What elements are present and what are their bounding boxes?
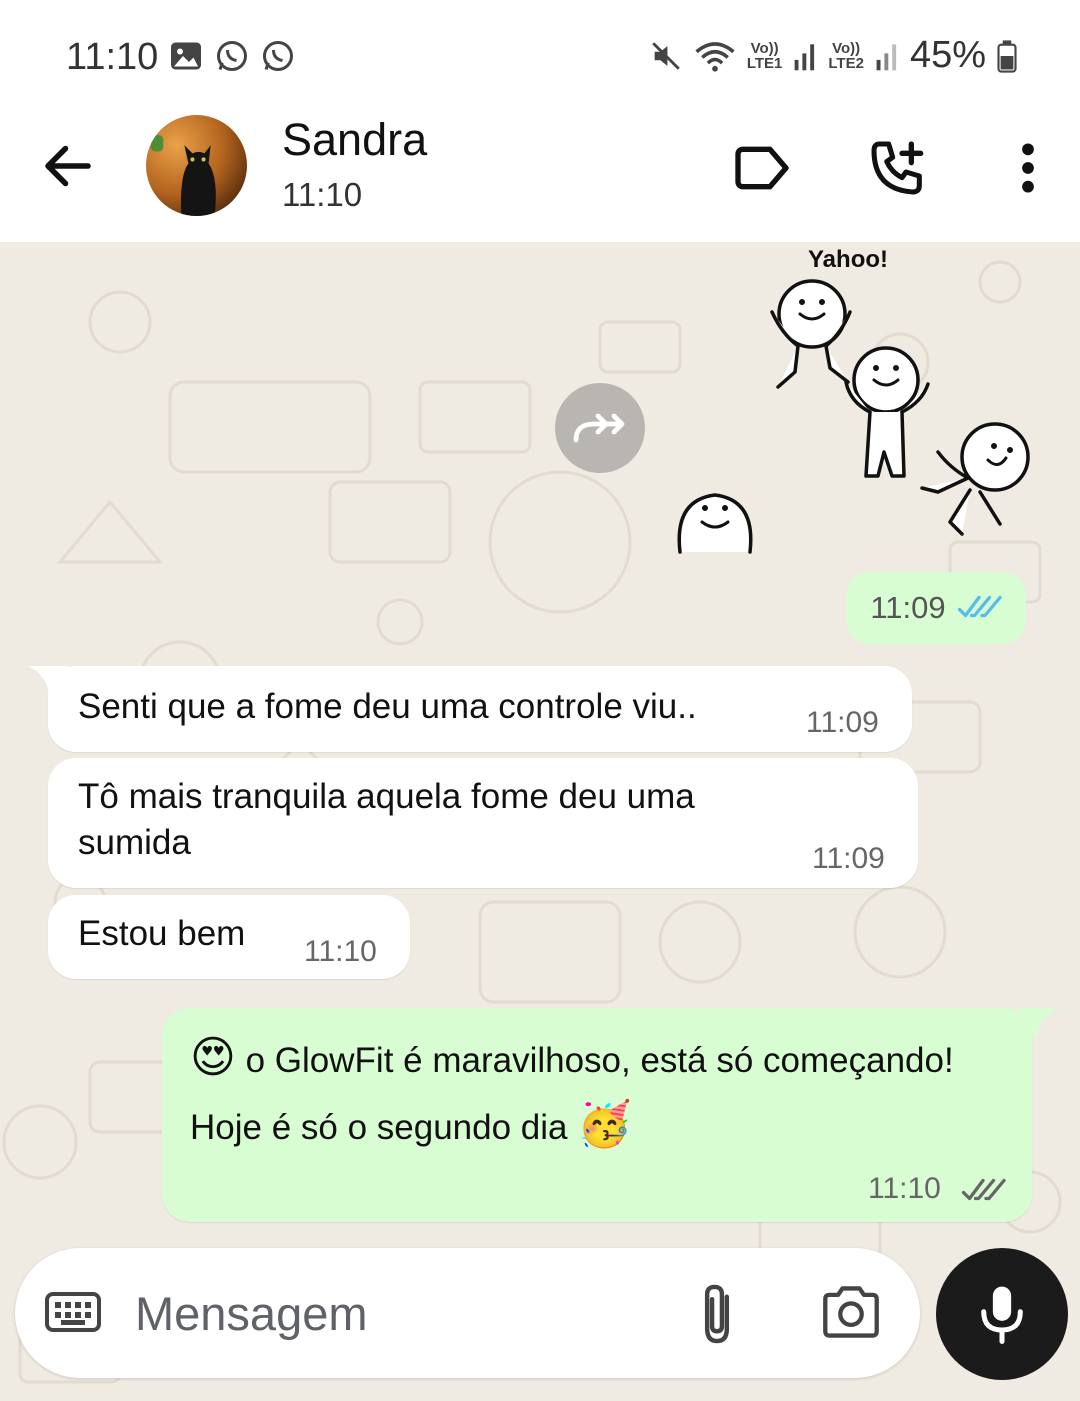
message-text: Senti que a fome deu uma controle viu.. (78, 687, 697, 726)
message-bubble-incoming[interactable]: Senti que a fome deu uma controle viu.. … (48, 666, 912, 752)
message-text: Estou bem (78, 914, 246, 953)
sticker-timestamp: 11:09 (846, 572, 1026, 644)
gallery-icon (171, 42, 201, 70)
chat-header: Sandra 11:10 (0, 112, 1080, 242)
whatsapp-icon (217, 41, 247, 71)
status-time: 11:10 (66, 36, 159, 78)
battery-level: 45% (909, 34, 986, 76)
double-check-icon (961, 1178, 1006, 1201)
party-face-emoji: 🥳 (577, 1099, 633, 1150)
mute-icon (652, 41, 680, 70)
mic-icon (981, 1286, 1023, 1344)
whatsapp-icon (263, 41, 293, 71)
wifi-icon (695, 41, 735, 72)
back-arrow-icon[interactable] (38, 136, 98, 196)
keyboard-icon[interactable] (45, 1288, 101, 1336)
attach-icon[interactable] (695, 1282, 739, 1346)
message-time: 11:10 (868, 1172, 941, 1205)
message-bubble-incoming[interactable]: Estou bem 11:10 (48, 895, 410, 979)
message-time: 11:09 (812, 842, 885, 875)
message-text: Tô mais tranquila aquela fome deu uma su… (78, 777, 695, 862)
notification-icons (168, 38, 296, 74)
message-bubble-incoming[interactable]: Tô mais tranquila aquela fome deu uma su… (48, 758, 918, 888)
contact-name[interactable]: Sandra (282, 114, 427, 166)
signal-icon (876, 43, 897, 70)
status-bar: 11:10 Vo)) LTE1 Vo)) LTE2 45% (0, 0, 1080, 112)
message-time: 11:09 (870, 590, 946, 625)
camera-icon[interactable] (821, 1284, 881, 1340)
message-text-block: 😍 o GlowFit é maravilhoso, está só começ… (190, 1026, 1010, 1160)
system-indicators: Vo)) LTE1 Vo)) LTE2 45% (649, 34, 1018, 77)
forward-icon (573, 413, 625, 443)
message-input[interactable] (135, 1278, 655, 1348)
add-call-icon[interactable] (866, 136, 930, 200)
label-icon[interactable] (730, 136, 794, 200)
signal-icon (794, 43, 815, 70)
heart-eyes-emoji: 😍 (190, 1032, 236, 1083)
yahoo-sticker[interactable]: Yahoo! (650, 242, 1040, 562)
battery-icon (997, 39, 1017, 73)
sticker-caption: Yahoo! (808, 246, 888, 273)
more-vert-icon[interactable] (996, 136, 1060, 200)
double-check-read-icon (957, 595, 1002, 618)
message-time: 11:10 (304, 935, 377, 968)
message-bubble-outgoing[interactable]: 😍 o GlowFit é maravilhoso, está só começ… (162, 1008, 1032, 1222)
sim1-label: Vo)) LTE1 (746, 39, 783, 72)
avatar[interactable] (146, 115, 247, 216)
message-composer (15, 1248, 920, 1378)
message-text: o GlowFit é maravilhoso, está só começan… (190, 1041, 954, 1147)
message-time: 11:09 (806, 706, 879, 739)
sim2-label: Vo)) LTE2 (828, 39, 864, 72)
forward-button[interactable] (555, 383, 645, 473)
last-seen: 11:10 (282, 176, 363, 213)
chat-area[interactable]: Yahoo! 11:09 Senti que a fome deu uma co… (0, 242, 1080, 1401)
mic-button[interactable] (936, 1248, 1068, 1380)
